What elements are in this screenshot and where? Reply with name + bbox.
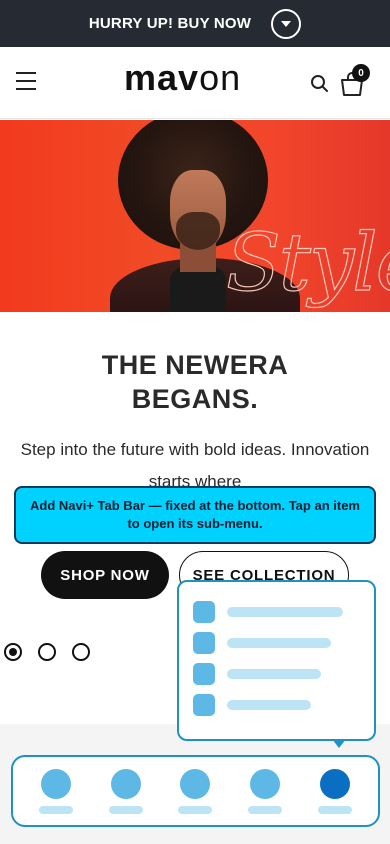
slider-dot-1[interactable] [4, 643, 22, 661]
search-icon[interactable] [310, 74, 330, 94]
chevron-down-icon[interactable] [271, 8, 302, 39]
submenu-item-label [227, 669, 321, 679]
logo-part-light: on [199, 57, 242, 98]
tab-label [178, 805, 213, 814]
tab-label [38, 805, 73, 814]
shop-now-button[interactable]: SHOP NOW [41, 551, 169, 599]
tab-icon [320, 768, 351, 799]
announcement-text: HURRY UP! BUY NOW [88, 15, 252, 32]
tab-label [248, 805, 283, 814]
submenu-item-icon [193, 601, 215, 623]
announcement-bar: HURRY UP! BUY NOW [0, 0, 390, 47]
submenu-item-label [227, 607, 343, 617]
headline-line-1: THE NEWERA [101, 350, 289, 380]
tab-item-4[interactable] [235, 768, 295, 814]
hero-decorative-script: Style [225, 215, 390, 309]
tab-item-1[interactable] [26, 768, 86, 814]
tab-label [108, 805, 143, 814]
tab-label [318, 805, 353, 814]
tab-icon [180, 768, 211, 799]
cart-count-badge: 0 [352, 64, 370, 82]
submenu-pointer [332, 739, 346, 748]
submenu-item-icon [193, 632, 215, 654]
onboarding-tooltip: Add Navi+ Tab Bar — fixed at the bottom.… [14, 486, 376, 544]
tab-icon [110, 768, 141, 799]
submenu-item[interactable] [193, 601, 360, 623]
hero-headline: THE NEWERA BEGANS. [0, 348, 390, 416]
slider-dot-2[interactable] [38, 643, 56, 661]
submenu-item-icon [193, 694, 215, 716]
submenu-item-label [227, 700, 311, 710]
logo-part-bold: mav [124, 57, 200, 98]
tab-item-3[interactable] [165, 768, 225, 814]
submenu-item-label [227, 638, 331, 648]
submenu-item[interactable] [193, 632, 360, 654]
tab-item-2[interactable] [96, 768, 156, 814]
slider-dot-3[interactable] [72, 643, 90, 661]
hamburger-icon[interactable] [16, 72, 36, 90]
tab-submenu [177, 580, 376, 741]
site-header: mavon [0, 47, 390, 119]
navi-tab-bar [11, 755, 380, 827]
submenu-item[interactable] [193, 663, 360, 685]
brand-logo[interactable]: mavon [124, 57, 241, 99]
headline-line-2: BEGANS. [131, 384, 259, 414]
submenu-item[interactable] [193, 694, 360, 716]
tab-icon [250, 768, 281, 799]
tab-item-5[interactable] [305, 768, 365, 814]
submenu-item-icon [193, 663, 215, 685]
hero-banner-image: Style [0, 120, 390, 312]
slider-pagination [4, 643, 90, 661]
tab-icon [40, 768, 71, 799]
